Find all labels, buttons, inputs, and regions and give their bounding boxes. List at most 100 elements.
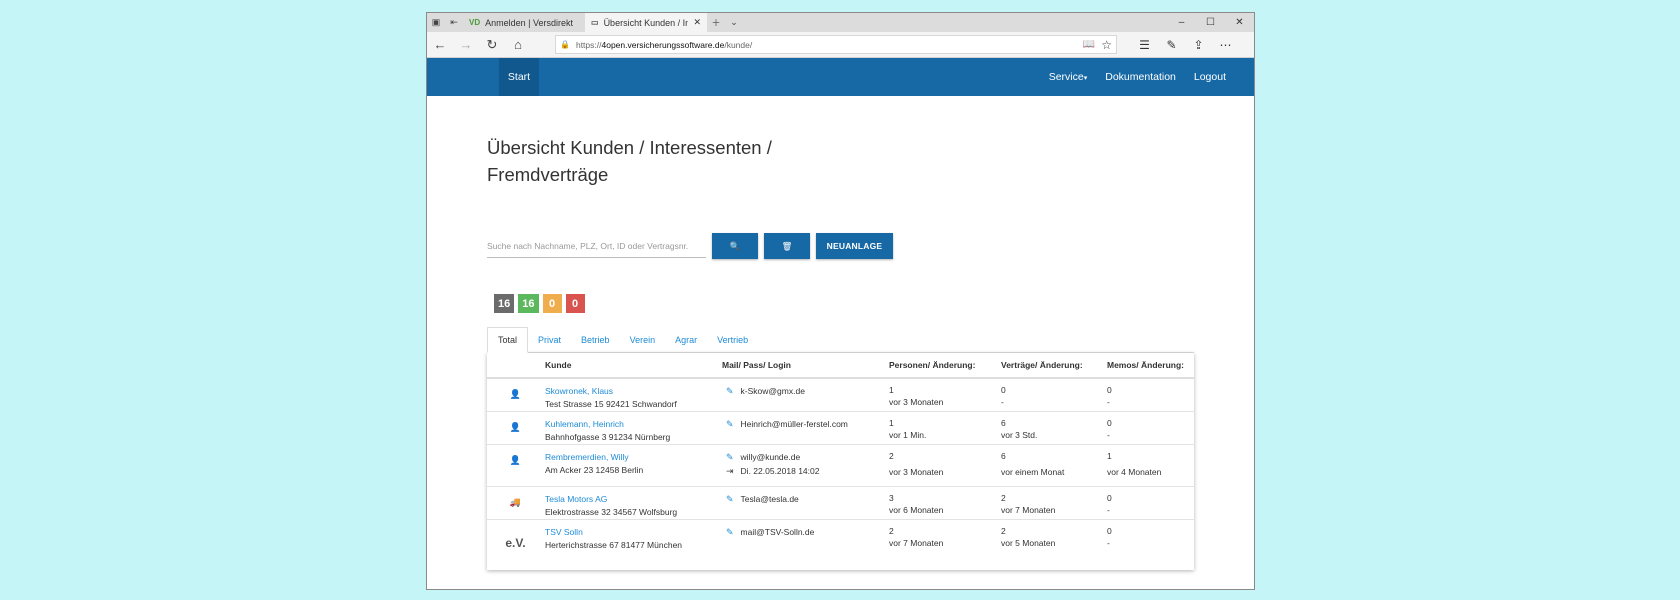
customer-address: Bahnhofgasse 3 91234 Nürnberg: [545, 432, 671, 442]
favorites-list-icon[interactable]: ☰: [1131, 38, 1158, 52]
pencil-icon[interactable]: ✎: [726, 418, 734, 430]
pencil-icon[interactable]: ✎: [726, 493, 734, 505]
tab-preview-icon[interactable]: ⇤: [445, 13, 463, 32]
favorite-star-icon[interactable]: ☆: [1101, 38, 1112, 52]
pen-icon[interactable]: ✎: [1158, 38, 1185, 52]
browser-tab-uebersicht[interactable]: ▭ Übersicht Kunden / Inte ✕: [585, 13, 707, 32]
contracts-change: vor 7 Monaten: [1001, 505, 1056, 515]
persons-count: 2: [889, 526, 894, 536]
table-row: 👤 Kuhlemann, Heinrich Bahnhofgasse 3 9123…: [487, 411, 1194, 445]
col-memos: Memos/ Änderung:: [1106, 353, 1194, 379]
customer-name-link[interactable]: Rembremerdien, Willy: [545, 451, 720, 463]
badge-danger: 0: [565, 294, 585, 313]
window-close-icon[interactable]: ✕: [1225, 13, 1254, 32]
memos-change: -: [1107, 538, 1110, 548]
customer-name-link[interactable]: Skowronek, Klaus: [545, 385, 720, 397]
person-icon: 👤: [509, 389, 522, 399]
vd-favicon-icon: VD: [469, 18, 481, 27]
memos-change: vor 4 Monaten: [1107, 467, 1162, 477]
nav-dokumentation[interactable]: Dokumentation: [1105, 71, 1176, 83]
memos-count: 0: [1107, 493, 1112, 503]
close-icon[interactable]: ✕: [693, 17, 701, 28]
col-mail: Mail/ Pass/ Login: [721, 353, 888, 379]
page-icon: ▭: [591, 18, 599, 27]
memos-count: 0: [1107, 385, 1112, 395]
persons-count: 1: [889, 385, 894, 395]
share-icon[interactable]: ⇪: [1185, 38, 1212, 52]
memos-change: -: [1107, 430, 1110, 440]
more-icon[interactable]: ⋯: [1212, 38, 1239, 52]
refresh-icon[interactable]: ↻: [479, 37, 505, 53]
search-icon: 🔍: [729, 240, 741, 251]
minimize-icon[interactable]: –: [1167, 13, 1196, 32]
url-host: 4open.versicherungssoftware.de: [601, 39, 725, 50]
contracts-change: vor einem Monat: [1001, 467, 1065, 477]
customer-mail: mail@TSV-Solln.de: [740, 527, 815, 537]
address-bar-row: ← → ↻ ⌂ 🔒 https://4open.versicherungssof…: [427, 32, 1254, 58]
main-content: Übersicht Kunden / Interessenten / Fremd…: [427, 134, 1254, 570]
new-tab-icon[interactable]: ＋: [707, 13, 725, 32]
persons-change: vor 6 Monaten: [889, 505, 944, 515]
tab-agrar[interactable]: Agrar: [665, 328, 707, 352]
browser-window: ▣ ⇤ VD Anmelden | Versdirekt ▭ Übersicht…: [426, 12, 1255, 590]
customer-name-link[interactable]: Kuhlemann, Heinrich: [545, 418, 720, 430]
tab-actions-icon[interactable]: ▣: [427, 13, 445, 32]
ev-icon: e.V.: [505, 536, 526, 550]
nav-start[interactable]: Start: [499, 58, 539, 96]
browser-tab-anmelden[interactable]: VD Anmelden | Versdirekt: [463, 13, 585, 32]
last-login: Di. 22.05.2018 14:02: [740, 466, 820, 476]
customer-name-link[interactable]: Tesla Motors AG: [545, 493, 720, 505]
nav-service[interactable]: Service▾: [1049, 71, 1088, 83]
customer-mail: willy@kunde.de: [740, 452, 801, 462]
browser-tabbar: ▣ ⇤ VD Anmelden | Versdirekt ▭ Übersicht…: [427, 13, 1254, 32]
col-icon: [487, 353, 544, 379]
persons-change: vor 7 Monaten: [889, 538, 944, 548]
persons-change: vor 1 Min.: [889, 430, 927, 440]
truck-icon: 🚚: [509, 497, 522, 507]
memos-change: -: [1107, 397, 1110, 407]
caret-down-icon: ▾: [1083, 75, 1088, 82]
pencil-icon[interactable]: ✎: [726, 526, 734, 538]
persons-count: 1: [889, 418, 894, 428]
contracts-count: 0: [1001, 385, 1006, 395]
tab-label: Übersicht Kunden / Inte: [603, 17, 689, 28]
new-entry-button[interactable]: NEUANLAGE: [816, 233, 893, 259]
table-row: 👤 Rembremerdien, Willy Am Acker 23 12458 …: [487, 444, 1194, 487]
memos-count: 0: [1107, 526, 1112, 536]
col-personen: Personen/ Änderung:: [888, 353, 1000, 379]
search-input[interactable]: Suche nach Nachname, PLZ, Ort, ID oder V…: [487, 234, 706, 258]
contracts-count: 2: [1001, 493, 1006, 503]
delete-button[interactable]: 🗑: [764, 233, 810, 259]
customer-mail: k-Skow@gmx.de: [740, 386, 805, 396]
url-path: /kunde/: [724, 39, 753, 50]
badge-total: 16: [494, 294, 515, 313]
tab-betrieb[interactable]: Betrieb: [571, 328, 620, 352]
maximize-icon[interactable]: ☐: [1196, 13, 1225, 32]
col-kunde: Kunde: [544, 353, 721, 379]
nav-logout[interactable]: Logout: [1194, 71, 1226, 83]
customer-mail: Tesla@tesla.de: [740, 494, 799, 504]
tab-verein[interactable]: Verein: [620, 328, 666, 352]
customer-table-panel: Kunde Mail/ Pass/ Login Personen/ Änderu…: [487, 353, 1194, 570]
site-navbar: Start Service▾ Dokumentation Logout: [427, 58, 1254, 96]
chevron-down-icon[interactable]: ⌄: [725, 13, 743, 32]
contracts-change: vor 5 Monaten: [1001, 538, 1056, 548]
search-button[interactable]: 🔍: [712, 233, 758, 259]
count-badges: 16 16 0 0: [494, 294, 1254, 313]
tab-total[interactable]: Total: [487, 327, 529, 353]
memos-count: 0: [1107, 418, 1112, 428]
tab-vertrieb[interactable]: Vertrieb: [707, 328, 758, 352]
tab-privat[interactable]: Privat: [528, 328, 571, 352]
page-title: Übersicht Kunden / Interessenten / Fremd…: [487, 137, 772, 185]
person-icon: 👤: [509, 455, 522, 465]
forward-icon[interactable]: →: [453, 37, 479, 52]
url-field[interactable]: 🔒 https://4open.versicherungssoftware.de…: [555, 35, 1117, 54]
back-icon[interactable]: ←: [427, 37, 453, 52]
pencil-icon[interactable]: ✎: [726, 385, 734, 397]
home-icon[interactable]: ⌂: [505, 37, 531, 52]
reading-view-icon[interactable]: 📖: [1083, 39, 1095, 50]
persons-change: vor 3 Monaten: [889, 397, 944, 407]
customer-name-link[interactable]: TSV Solln: [545, 526, 720, 538]
pencil-icon[interactable]: ✎: [726, 451, 734, 463]
contracts-count: 6: [1001, 451, 1006, 461]
